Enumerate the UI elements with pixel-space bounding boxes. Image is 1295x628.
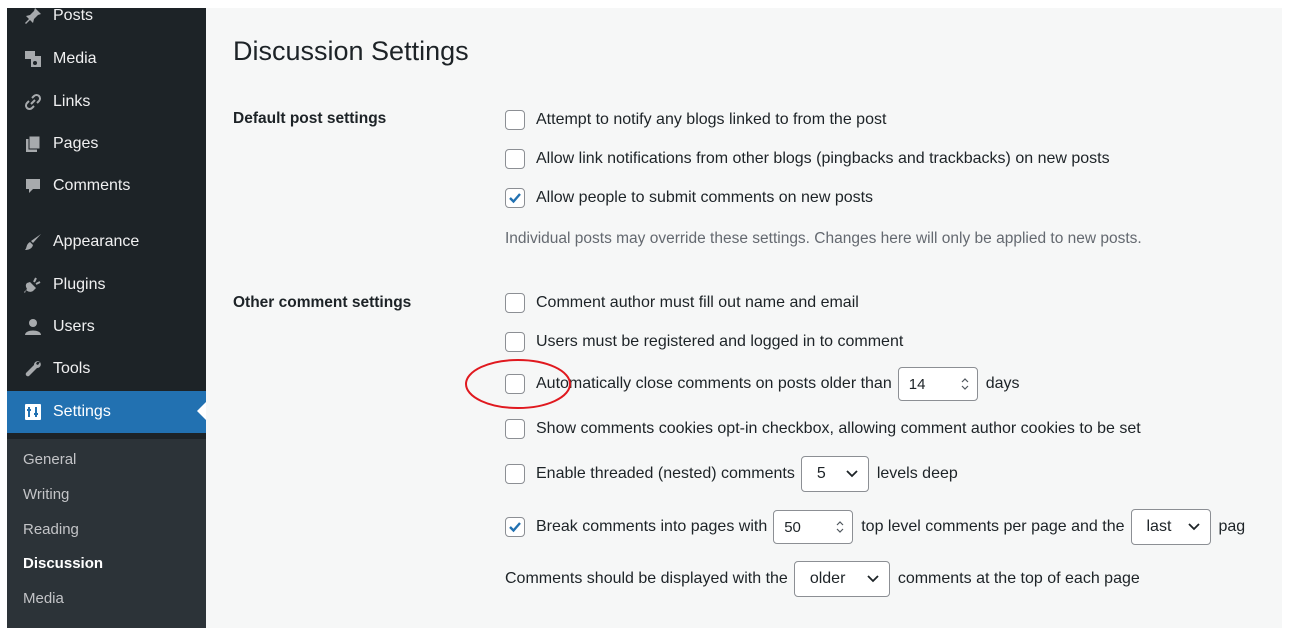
option-label: Show comments cookies opt-in checkbox, a… [536, 420, 1141, 437]
menu-item-tools[interactable]: Tools [7, 349, 206, 389]
menu-item-links[interactable]: Links [7, 82, 206, 122]
checkbox-author-fill[interactable] [505, 293, 525, 313]
menu-item-posts[interactable]: Posts [7, 8, 206, 36]
admin-sidebar: Posts Media Links Pages Comments Appeara… [7, 8, 206, 628]
option-label: Break comments into pages with [536, 518, 768, 535]
menu-label: Media [53, 50, 97, 67]
menu-label: Appearance [53, 233, 140, 250]
checkbox-registered[interactable] [505, 332, 525, 352]
checkbox-cookies[interactable] [505, 419, 525, 439]
menu-label: Comments [53, 177, 131, 194]
settings-icon [24, 403, 42, 421]
submenu-item-media[interactable]: Media [23, 590, 64, 607]
chevron-down-icon [867, 575, 879, 583]
plugin-icon [24, 276, 42, 294]
comment-order-select[interactable]: older [793, 561, 890, 597]
checkmark-icon [509, 193, 521, 204]
option-paging: Break comments into pages with 50 top le… [505, 508, 1245, 546]
chevron-down-icon [1187, 523, 1200, 531]
menu-label: Posts [53, 8, 94, 24]
menu-item-plugins[interactable]: Plugins [7, 265, 206, 305]
menu-item-settings[interactable]: Settings [7, 391, 206, 433]
brush-icon [24, 233, 42, 251]
checkmark-icon [509, 522, 521, 533]
option-mid-text: top level comments per page and the [861, 518, 1125, 535]
option-registered: Users must be registered and logged in t… [505, 327, 903, 357]
option-comment-order: Comments should be displayed with the ol… [505, 560, 1140, 598]
other-comment-settings-label: Other comment settings [233, 294, 412, 311]
option-label: Allow people to submit comments on new p… [536, 189, 874, 206]
default-page-select[interactable]: last [1130, 509, 1211, 545]
option-label: Enable threaded (nested) comments [536, 465, 795, 482]
checkbox-link-notifications[interactable] [505, 149, 525, 169]
annotation-circle [465, 359, 571, 409]
submenu-item-discussion[interactable]: Discussion [23, 555, 103, 572]
settings-submenu: General Writing Reading Discussion Media [7, 439, 206, 628]
submenu-item-writing[interactable]: Writing [23, 486, 69, 503]
option-label: Allow link notifications from other blog… [536, 150, 1110, 167]
option-auto-close: Automatically close comments on posts ol… [505, 366, 1020, 402]
comments-per-page-input[interactable]: 50 [773, 510, 854, 544]
input-value: 14 [908, 375, 926, 393]
user-icon [24, 318, 42, 336]
checkbox-paging[interactable] [505, 517, 525, 537]
submenu-item-reading[interactable]: Reading [23, 521, 79, 538]
pin-icon [24, 8, 42, 25]
media-icon [24, 50, 42, 68]
option-allow-comments: Allow people to submit comments on new p… [505, 183, 873, 213]
menu-item-users[interactable]: Users [7, 307, 206, 347]
option-label: Comments should be displayed with the [505, 570, 788, 587]
option-suffix: comments at the top of each page [897, 570, 1140, 587]
option-cookies: Show comments cookies opt-in checkbox, a… [505, 414, 1141, 444]
option-suffix: levels deep [876, 465, 958, 482]
checkbox-allow-comments[interactable] [505, 188, 525, 208]
page-icon [24, 135, 42, 153]
spinner-icon[interactable] [960, 376, 970, 392]
option-notify-blogs: Attempt to notify any blogs linked to fr… [505, 105, 886, 135]
menu-label: Links [53, 93, 91, 110]
settings-content: Discussion Settings Default post setting… [206, 8, 1282, 628]
option-threaded: Enable threaded (nested) comments 5 leve… [505, 455, 958, 493]
select-value: 5 [816, 465, 826, 482]
option-label: Automatically close comments on posts ol… [536, 375, 892, 392]
right-edge [1282, 0, 1295, 628]
page-title: Discussion Settings [233, 36, 469, 66]
menu-item-comments[interactable]: Comments [7, 166, 206, 206]
close-days-input[interactable]: 14 [897, 367, 978, 401]
menu-label: Users [53, 318, 95, 335]
option-suffix: days [985, 375, 1020, 392]
option-link-notifications: Allow link notifications from other blog… [505, 144, 1110, 174]
option-author-fill: Comment author must fill out name and em… [505, 288, 859, 318]
link-icon [24, 93, 42, 111]
comment-icon [24, 177, 42, 195]
menu-label: Tools [53, 360, 91, 377]
select-value: older [809, 570, 846, 587]
input-value: 50 [784, 518, 801, 536]
select-value: last [1146, 518, 1172, 535]
default-post-settings-label: Default post settings [233, 110, 387, 127]
wrench-icon [24, 360, 42, 378]
spinner-icon[interactable] [835, 519, 845, 535]
chevron-down-icon [846, 470, 858, 478]
menu-label: Settings [53, 403, 111, 420]
menu-label: Plugins [53, 276, 106, 293]
option-suffix: pag [1218, 518, 1246, 535]
submenu-item-general[interactable]: General [23, 451, 76, 468]
menu-item-pages[interactable]: Pages [7, 124, 206, 164]
menu-item-media[interactable]: Media [7, 39, 206, 79]
thread-depth-select[interactable]: 5 [800, 456, 869, 492]
default-post-description: Individual posts may override these sett… [505, 230, 1142, 247]
checkbox-threaded[interactable] [505, 464, 525, 484]
menu-item-appearance[interactable]: Appearance [7, 222, 206, 262]
option-label: Comment author must fill out name and em… [536, 294, 859, 311]
option-label: Attempt to notify any blogs linked to fr… [536, 111, 887, 128]
checkbox-notify-blogs[interactable] [505, 110, 525, 130]
option-label: Users must be registered and logged in t… [536, 333, 904, 350]
menu-label: Pages [53, 135, 99, 152]
